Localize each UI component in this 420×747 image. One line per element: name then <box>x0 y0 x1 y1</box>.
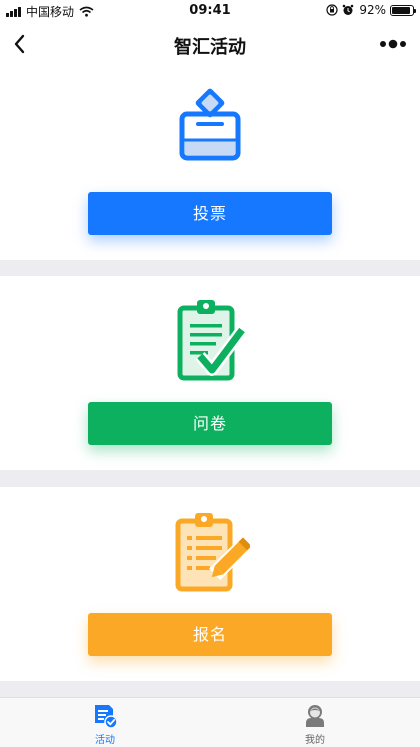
status-bar: 中国移动 09:41 92% <box>0 0 420 22</box>
signup-button[interactable]: 报名 <box>88 613 332 656</box>
questionnaire-button[interactable]: 问卷 <box>88 402 332 445</box>
user-avatar-icon <box>306 705 324 727</box>
signup-clipboard-pencil-icon <box>175 513 250 592</box>
questionnaire-card: 问卷 <box>0 276 420 470</box>
ballot-box-icon <box>179 88 241 161</box>
battery-icon <box>390 4 416 16</box>
tab-mine-label: 我的 <box>305 735 325 746</box>
signup-card: 报名 <box>0 487 420 681</box>
nav-bar: 智汇活动 <box>0 22 420 66</box>
alarm-icon <box>343 4 354 15</box>
battery-percent: 92% <box>359 3 386 17</box>
page-title: 智汇活动 <box>174 37 246 58</box>
status-right: 92% <box>326 3 416 17</box>
vote-button[interactable]: 投票 <box>88 192 332 235</box>
questionnaire-clipboard-icon <box>177 300 247 381</box>
vote-card: 投票 <box>0 66 420 260</box>
tab-activity-label: 活动 <box>95 735 115 746</box>
activity-doc-check-icon <box>95 705 118 729</box>
tab-activity[interactable]: 活动 <box>75 703 135 746</box>
tab-bar: 活动 我的 <box>0 697 420 747</box>
orientation-lock-icon <box>326 4 338 16</box>
tab-mine[interactable]: 我的 <box>285 703 345 746</box>
more-dots-icon[interactable] <box>378 34 408 54</box>
